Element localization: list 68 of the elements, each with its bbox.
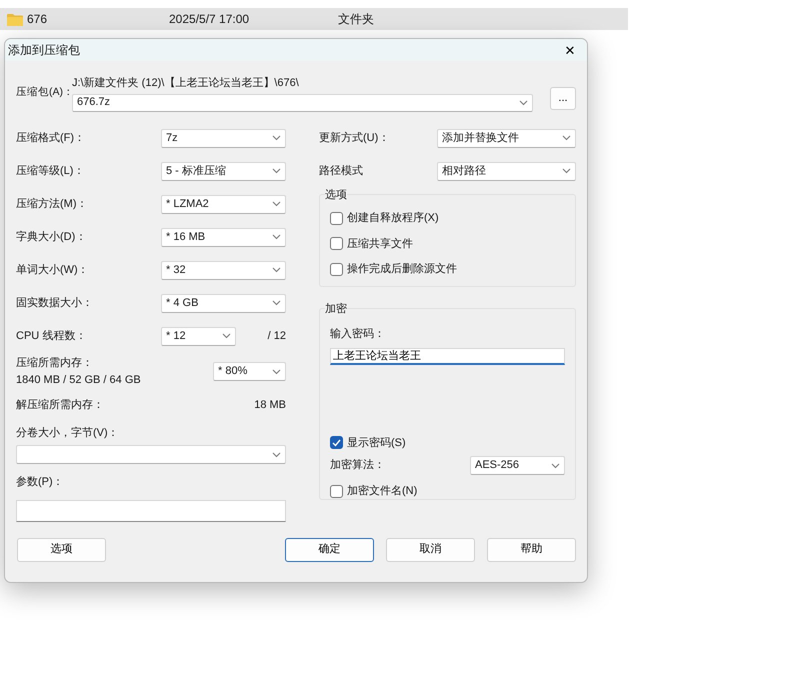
field-label: 压缩包(A)： (16, 86, 72, 100)
checkbox[interactable] (330, 262, 343, 276)
dropdown[interactable]: 相对路径 (437, 162, 576, 180)
checkbox-label: 加密文件名(N) (347, 484, 418, 499)
chevron-down-icon (551, 462, 560, 468)
checkbox-label: 操作完成后删除源文件 (347, 262, 457, 277)
checkbox-label: 创建自释放程序(X) (347, 210, 439, 226)
file-name[interactable]: 676 (27, 10, 169, 28)
close-button[interactable]: ✕ (555, 44, 585, 56)
checkbox[interactable] (330, 484, 343, 498)
dropdown[interactable]: * 4 GB (161, 294, 286, 312)
field-label: 压缩等级(L)： (16, 164, 84, 179)
window-title: 添加到压缩包 (8, 42, 80, 59)
chevron-down-icon (222, 333, 231, 339)
folder-icon (7, 12, 23, 26)
checkbox[interactable] (330, 237, 343, 250)
field-label: 参数(P)： (16, 475, 65, 490)
field-label: 压缩方法(M)： (16, 196, 88, 212)
field-label: 压缩格式(F)： (16, 130, 86, 146)
dropdown[interactable]: 676.7z (72, 94, 533, 112)
chevron-down-icon (562, 168, 571, 174)
field-label: 加密算法： (330, 458, 385, 474)
dropdown[interactable]: 添加并替换文件 (437, 128, 576, 148)
dropdown[interactable]: 5 - 标准压缩 (161, 162, 286, 180)
dialog-button[interactable]: 确定 (285, 538, 374, 562)
dropdown[interactable]: * LZMA2 (161, 194, 286, 214)
password-field[interactable]: 上老王论坛当老王 (330, 348, 565, 364)
field-label: CPU 线程数： (16, 328, 88, 344)
dialog-button[interactable]: 帮助 (487, 538, 576, 562)
chevron-down-icon (272, 452, 281, 458)
memory-usage: 1840 MB / 52 GB / 64 GB (16, 372, 141, 388)
chevron-down-icon (562, 135, 571, 141)
field-label: 输入密码： (330, 326, 386, 342)
chevron-down-icon (272, 368, 281, 374)
field-label: 压缩所需内存： (16, 356, 94, 371)
chevron-down-icon (272, 135, 281, 141)
thread-count: / 12 (268, 328, 286, 344)
file-date: 2025/5/7 17:00 (169, 11, 250, 28)
field-label: 解压缩所需内存： (16, 398, 104, 414)
browse-button[interactable]: ... (550, 86, 576, 110)
chevron-down-icon (272, 300, 281, 306)
field-label: 固实数据大小： (16, 296, 93, 311)
checkbox-label: 显示密码(S) (347, 436, 406, 450)
input-field[interactable] (16, 500, 286, 522)
field-label: 单词大小(W)： (16, 262, 89, 278)
memory-value: 18 MB (254, 398, 286, 414)
dropdown[interactable]: * 12 (161, 326, 236, 346)
file-type: 文件夹 (338, 11, 374, 28)
dropdown[interactable]: 7z (161, 128, 286, 148)
field-label: 字典大小(D)： (16, 230, 86, 245)
chevron-down-icon (272, 234, 281, 240)
options-button[interactable]: 选项 (17, 538, 106, 562)
checkbox-label: 压缩共享文件 (347, 236, 413, 252)
field-label: 更新方式(U)： (319, 130, 390, 146)
chevron-down-icon (272, 168, 281, 174)
dropdown[interactable]: * 16 MB (161, 228, 286, 246)
dropdown[interactable]: * 80% (213, 362, 286, 381)
archive-path: J:\新建文件夹 (12)\【上老王论坛当老王】\676\ (72, 76, 300, 91)
checkbox[interactable] (330, 212, 343, 225)
dialog-button[interactable]: 取消 (386, 538, 475, 562)
dropdown[interactable]: AES-256 (470, 456, 565, 475)
chevron-down-icon (519, 100, 528, 106)
checkbox[interactable] (330, 436, 343, 450)
chevron-down-icon (272, 201, 281, 207)
chevron-down-icon (272, 267, 281, 273)
field-label: 分卷大小，字节(V)： (16, 426, 120, 440)
dropdown[interactable]: * 32 (161, 260, 286, 280)
field-label: 路径模式 (319, 164, 363, 179)
